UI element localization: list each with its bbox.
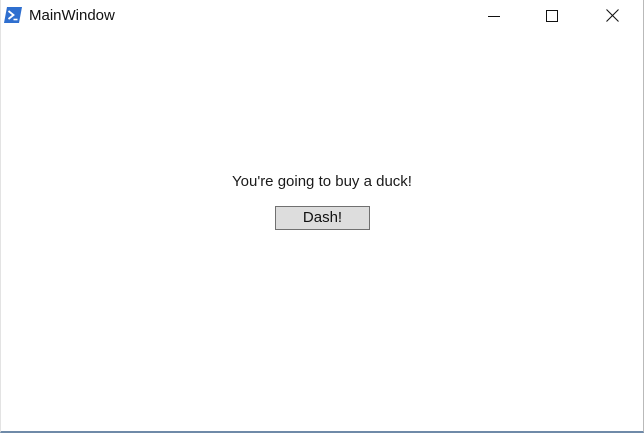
close-icon bbox=[605, 9, 619, 22]
minimize-icon bbox=[488, 10, 500, 22]
minimize-button[interactable] bbox=[471, 0, 517, 31]
maximize-icon bbox=[546, 9, 558, 22]
main-window: MainWindow You're going to buy a duck! D… bbox=[0, 0, 644, 433]
message-label: You're going to buy a duck! bbox=[232, 173, 412, 190]
window-title: MainWindow bbox=[29, 7, 115, 24]
title-bar[interactable]: MainWindow bbox=[1, 0, 643, 31]
dash-button[interactable]: Dash! bbox=[275, 206, 370, 230]
maximize-button[interactable] bbox=[529, 0, 575, 31]
close-button[interactable] bbox=[589, 0, 635, 31]
powershell-icon bbox=[4, 7, 22, 23]
window-content: You're going to buy a duck! Dash! bbox=[1, 31, 643, 431]
